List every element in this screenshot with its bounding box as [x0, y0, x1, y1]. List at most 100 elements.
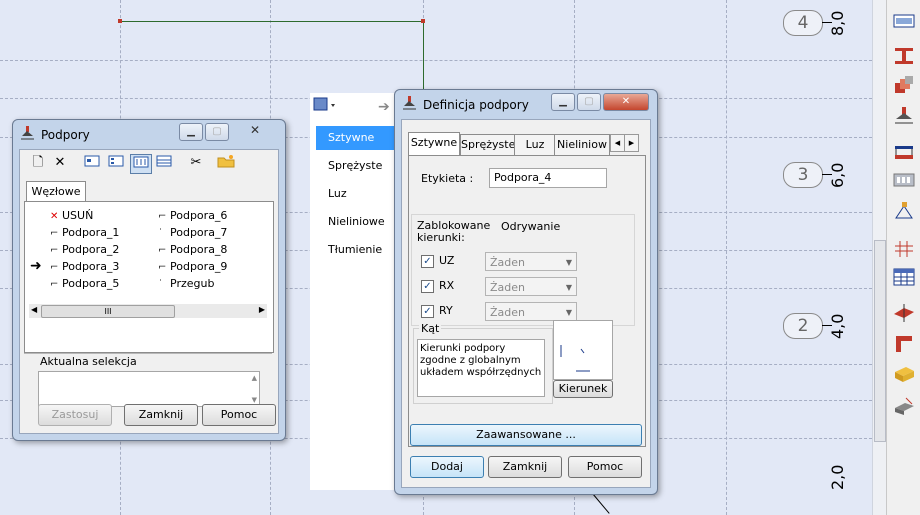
tab-sztywne[interactable]: Sztywne: [408, 132, 460, 155]
selection-field[interactable]: ▲ ▼: [38, 371, 260, 407]
window-title: Definicja podpory: [423, 98, 529, 112]
scrollbar-thumb[interactable]: [874, 240, 886, 442]
advanced-button[interactable]: Zaawansowane ...: [410, 424, 642, 446]
section-icon[interactable]: [892, 10, 916, 32]
apply-button[interactable]: Zastosuj: [38, 404, 112, 426]
column-line[interactable]: [423, 21, 424, 93]
grid-axis-bubble[interactable]: 3: [783, 162, 823, 188]
axis-label: 4,0: [828, 313, 847, 339]
load-icon[interactable]: [892, 142, 916, 164]
podpory-body: 🗋 ✕ ✂ Węzłowe ✕ USUŃ ⌐ Podpora_6 ⌐ Podpora_…: [19, 149, 279, 434]
tab-nieliniowe[interactable]: Nieliniow: [554, 134, 610, 155]
axis-label: 6,0: [828, 162, 847, 188]
scroll-right-icon[interactable]: ▶: [259, 305, 265, 314]
minimize-button[interactable]: ▁: [551, 93, 575, 111]
image-menu-icon[interactable]: [312, 96, 336, 114]
truss-icon[interactable]: [892, 170, 916, 192]
list-item[interactable]: ˙ Podpora_7: [158, 225, 227, 241]
delete-icon: ✕: [50, 211, 59, 222]
view-list-icon[interactable]: [106, 154, 126, 172]
ry-label: RY: [439, 304, 453, 317]
axis-label: 8,0: [828, 10, 847, 36]
tab-luz[interactable]: Luz: [514, 134, 556, 155]
label-field[interactable]: Podpora_4: [489, 168, 607, 188]
close-button[interactable]: Zamknij: [124, 404, 198, 426]
horizontal-scrollbar[interactable]: ◀ III ▶: [29, 304, 267, 318]
supports-icon: [403, 96, 417, 110]
tab-wezlowe[interactable]: Węzłowe: [26, 181, 86, 202]
definicja-podpory-window: Definicja podpory ▁ ▢ ✕ Sztywne Sprężyst…: [394, 89, 658, 495]
open-folder-icon[interactable]: [216, 154, 236, 172]
list-item[interactable]: ✕ USUŃ: [50, 208, 93, 224]
current-arrow-icon: ➜: [30, 258, 42, 274]
new-icon[interactable]: 🗋: [28, 154, 48, 172]
tab-scroll-right-icon[interactable]: ▶: [624, 134, 639, 152]
tab-sprezyste[interactable]: Sprężyste: [460, 134, 516, 155]
grid-axis-bubble[interactable]: 4: [783, 10, 823, 36]
rx-label: RX: [439, 279, 455, 292]
minimize-button[interactable]: ▁: [179, 123, 203, 141]
direction-preview: [553, 320, 613, 380]
grid-icon[interactable]: [892, 238, 916, 260]
close-button[interactable]: Zamknij: [488, 456, 562, 478]
view-small-icon[interactable]: [82, 154, 102, 172]
tab-scroll-left-icon[interactable]: ◀: [610, 134, 625, 152]
cut-icon[interactable]: ✂: [186, 154, 206, 172]
angle-icon[interactable]: [892, 332, 916, 354]
axis-label: 2,0: [828, 464, 847, 490]
help-button[interactable]: Pomoc: [568, 456, 642, 478]
ry-detach-select[interactable]: Żaden ▼: [485, 302, 577, 321]
help-button[interactable]: Pomoc: [202, 404, 276, 426]
list-item[interactable]: ⌐ Podpora_8: [158, 242, 227, 258]
chevron-down-icon: ▼: [565, 283, 572, 292]
beam-line[interactable]: [120, 21, 423, 22]
node-icon[interactable]: [892, 200, 916, 222]
block-icon[interactable]: [892, 362, 916, 384]
podpory-window: Podpory ▁ ▢ ✕ 🗋 ✕ ✂ Węzłowe ✕ USUŃ ⌐ Podpo…: [12, 119, 286, 441]
view-details-icon[interactable]: [130, 154, 152, 174]
list-item[interactable]: ⌐ Podpora_6: [158, 208, 227, 224]
uz-checkbox[interactable]: ✓: [421, 255, 434, 268]
node-marker[interactable]: [421, 19, 425, 23]
grid-axis-bubble[interactable]: 2: [783, 313, 823, 339]
table-icon[interactable]: [892, 266, 916, 288]
support-icon[interactable]: [892, 105, 916, 127]
delete-icon[interactable]: ✕: [50, 154, 70, 172]
detach-caption: Odrywanie: [501, 220, 561, 233]
label-caption: Etykieta :: [421, 172, 474, 185]
list-item[interactable]: ⌐ Podpora_9: [158, 259, 227, 275]
window-title: Podpory: [41, 128, 90, 142]
blocked-caption: Zablokowane kierunki:: [417, 219, 491, 244]
list-item[interactable]: ⌐ Podpora_3: [50, 259, 119, 275]
ry-checkbox[interactable]: ✓: [421, 305, 434, 318]
rx-checkbox[interactable]: ✓: [421, 280, 434, 293]
list-item[interactable]: ⌐ Podpora_5: [50, 276, 119, 292]
uz-detach-select[interactable]: Żaden ▼: [485, 252, 577, 271]
chevron-down-icon: ▼: [565, 258, 572, 267]
close-icon[interactable]: ✕: [603, 93, 649, 111]
tab-strip: Sztywne Sprężyste Luz Nieliniow ◀ ▶: [408, 132, 644, 156]
slab-icon[interactable]: [892, 396, 916, 418]
view-table-icon[interactable]: [154, 154, 174, 172]
arrow-right-icon: ➔: [378, 99, 390, 115]
angle-description: Kierunki podpory zgodne z globalnym ukła…: [417, 339, 545, 397]
angle-caption: Kąt: [419, 322, 442, 335]
node-marker[interactable]: [118, 19, 122, 23]
close-icon[interactable]: ✕: [233, 123, 277, 139]
uz-label: UZ: [439, 254, 455, 267]
layers-icon[interactable]: [892, 75, 916, 97]
i-beam-icon[interactable]: [892, 45, 916, 67]
tab-content: Etykieta : Podpora_4 Zablokowane kierunk…: [408, 155, 646, 447]
kierunek-button[interactable]: Kierunek: [553, 380, 613, 398]
add-button[interactable]: Dodaj: [410, 456, 484, 478]
scroll-left-icon[interactable]: ◀: [31, 305, 37, 314]
list-item[interactable]: ⌐ Podpora_1: [50, 225, 119, 241]
maximize-button[interactable]: ▢: [205, 123, 229, 141]
list-item[interactable]: ˙ Przegub: [158, 276, 214, 292]
grid-line: [0, 60, 872, 61]
maximize-button[interactable]: ▢: [577, 93, 601, 111]
rx-detach-select[interactable]: Żaden ▼: [485, 277, 577, 296]
plate-icon[interactable]: [892, 302, 916, 324]
list-item[interactable]: ⌐ Podpora_2: [50, 242, 119, 258]
scrollbar-thumb[interactable]: III: [41, 305, 175, 318]
